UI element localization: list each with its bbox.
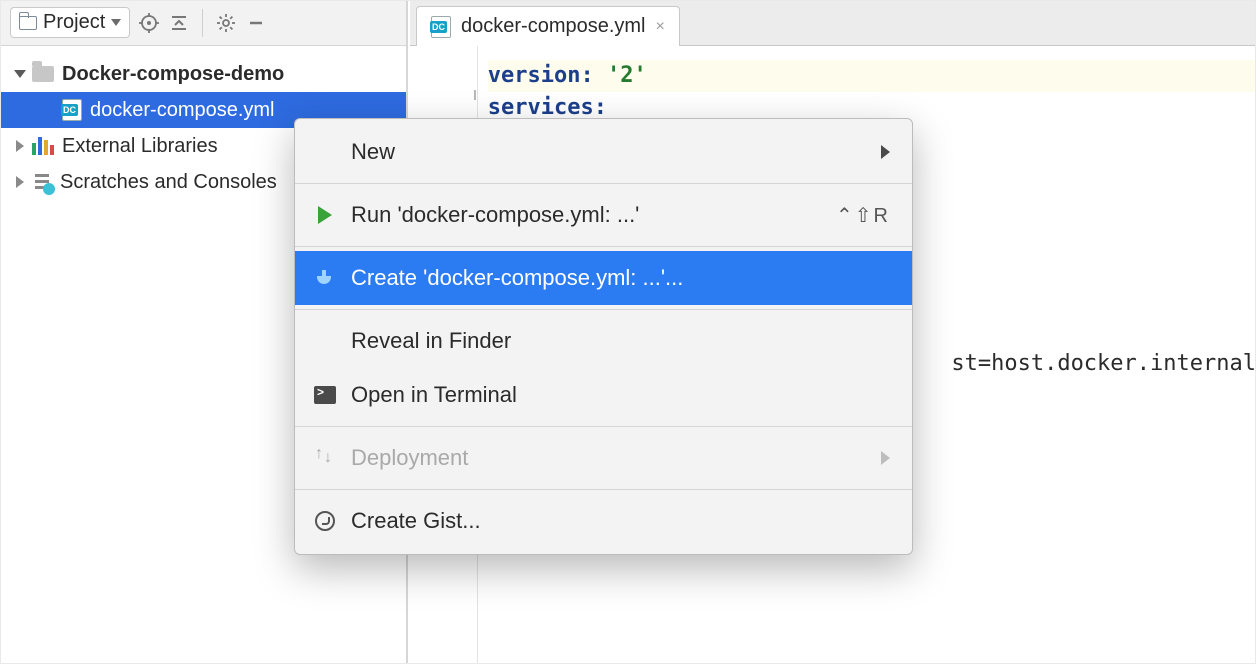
scratches-icon: [32, 172, 52, 192]
tree-root-label: Docker-compose-demo: [62, 63, 284, 86]
chevron-down-icon: [111, 19, 121, 26]
folder-icon: [32, 66, 54, 82]
menu-deployment-label: Deployment: [351, 445, 867, 471]
fold-marker-icon[interactable]: [470, 90, 480, 100]
collapse-icon[interactable]: [168, 12, 190, 34]
menu-deployment: Deployment: [295, 431, 912, 485]
code-key: version: [488, 63, 581, 88]
libraries-icon: [32, 137, 54, 155]
terminal-icon: [313, 383, 337, 407]
expand-arrow-icon[interactable]: [16, 176, 24, 188]
menu-separator: [295, 183, 912, 184]
minimize-icon[interactable]: [245, 12, 267, 34]
docker-compose-file-icon: [62, 99, 82, 121]
toolbar-separator: [202, 9, 203, 37]
play-icon: [313, 203, 337, 227]
tree-scratches-label: Scratches and Consoles: [60, 171, 277, 194]
tree-extlibs-label: External Libraries: [62, 135, 218, 158]
code-val: '2': [607, 63, 647, 88]
menu-new-label: New: [351, 139, 867, 165]
menu-open-terminal[interactable]: Open in Terminal: [295, 368, 912, 422]
menu-separator: [295, 309, 912, 310]
menu-new[interactable]: New: [295, 125, 912, 179]
context-menu: New Run 'docker-compose.yml: ...' ⌃⇧R Cr…: [294, 118, 913, 555]
blank-icon: [313, 329, 337, 353]
menu-gist-label: Create Gist...: [351, 508, 890, 534]
deployment-icon: [313, 446, 337, 470]
menu-run-label: Run 'docker-compose.yml: ...': [351, 202, 822, 228]
blank-icon: [313, 140, 337, 164]
docker-compose-file-icon: [431, 16, 451, 38]
expand-arrow-icon[interactable]: [14, 70, 26, 78]
menu-run[interactable]: Run 'docker-compose.yml: ...' ⌃⇧R: [295, 188, 912, 242]
sidebar-toolbar: Project: [0, 0, 406, 46]
menu-reveal-label: Reveal in Finder: [351, 328, 890, 354]
menu-create-config[interactable]: Create 'docker-compose.yml: ...'...: [295, 251, 912, 305]
menu-create-gist[interactable]: Create Gist...: [295, 494, 912, 548]
project-label: Project: [43, 11, 105, 34]
project-dropdown[interactable]: Project: [10, 7, 130, 38]
menu-run-shortcut: ⌃⇧R: [836, 203, 890, 228]
editor-tab-label: docker-compose.yml: [461, 15, 646, 38]
tree-root[interactable]: Docker-compose-demo: [0, 56, 406, 92]
code-key: services: [488, 95, 594, 120]
menu-create-label: Create 'docker-compose.yml: ...'...: [351, 265, 890, 291]
menu-separator: [295, 489, 912, 490]
code-text: st=host.docker.internal: [951, 351, 1256, 376]
create-config-icon: [313, 266, 337, 290]
tree-file-label: docker-compose.yml: [90, 99, 275, 122]
menu-separator: [295, 426, 912, 427]
submenu-arrow-icon: [881, 145, 890, 159]
menu-separator: [295, 246, 912, 247]
menu-terminal-label: Open in Terminal: [351, 382, 890, 408]
github-icon: [313, 509, 337, 533]
project-folder-icon: [19, 16, 37, 30]
menu-reveal-finder[interactable]: Reveal in Finder: [295, 314, 912, 368]
submenu-arrow-icon: [881, 451, 890, 465]
gear-icon[interactable]: [215, 12, 237, 34]
target-icon[interactable]: [138, 12, 160, 34]
expand-arrow-icon[interactable]: [16, 140, 24, 152]
editor-tab[interactable]: docker-compose.yml ×: [416, 6, 680, 46]
editor-tabs: docker-compose.yml ×: [410, 0, 1256, 46]
close-icon[interactable]: ×: [656, 18, 665, 36]
